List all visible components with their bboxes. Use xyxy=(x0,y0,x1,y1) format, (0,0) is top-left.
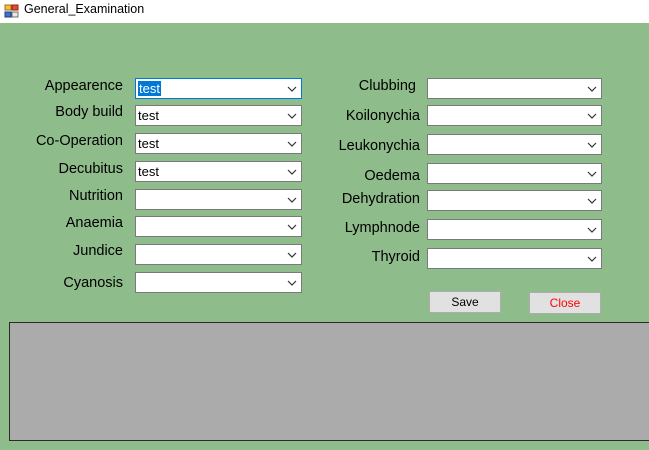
chevron-down-icon xyxy=(287,113,297,119)
chevron-down-icon xyxy=(287,197,297,203)
data-grid[interactable] xyxy=(9,322,649,441)
chevron-down-icon xyxy=(587,256,597,262)
koilonychia-dropdown[interactable] xyxy=(427,105,602,126)
save-button[interactable]: Save xyxy=(429,291,501,313)
chevron-down-icon xyxy=(287,280,297,286)
label-nutrition: Nutrition xyxy=(69,188,123,204)
title-bar: General_Examination xyxy=(0,0,649,23)
chevron-down-icon xyxy=(287,141,297,147)
label-lymphnode: Lymphnode xyxy=(344,220,420,236)
decubitus-dropdown[interactable]: test xyxy=(135,161,302,182)
jundice-dropdown[interactable] xyxy=(135,244,302,265)
nutrition-dropdown[interactable] xyxy=(135,189,302,210)
chevron-down-icon xyxy=(587,227,597,233)
cyanosis-dropdown[interactable] xyxy=(135,272,302,293)
clubbing-dropdown[interactable] xyxy=(427,78,602,99)
label-koilonychia: Koilonychia xyxy=(345,108,420,124)
chevron-down-icon xyxy=(587,142,597,148)
thyroid-dropdown[interactable] xyxy=(427,248,602,269)
label-jundice: Jundice xyxy=(73,243,123,259)
label-dehydration: Dehydration xyxy=(341,191,420,207)
chevron-down-icon xyxy=(587,171,597,177)
label-thyroid: Thyroid xyxy=(371,249,420,265)
chevron-down-icon xyxy=(587,86,597,92)
chevron-down-icon xyxy=(287,86,297,92)
appearence-dropdown[interactable]: test xyxy=(135,78,302,99)
co-operation-value: test xyxy=(138,136,159,151)
label-cyanosis: Cyanosis xyxy=(63,275,123,291)
chevron-down-icon xyxy=(587,113,597,119)
label-co-operation: Co-Operation xyxy=(35,133,123,149)
body-build-dropdown[interactable]: test xyxy=(135,105,302,126)
label-body-build: Body build xyxy=(55,104,123,120)
label-clubbing: Clubbing xyxy=(358,78,416,94)
label-appearence: Appearence xyxy=(44,78,123,94)
body-build-value: test xyxy=(138,108,159,123)
chevron-down-icon xyxy=(287,224,297,230)
lymphnode-dropdown[interactable] xyxy=(427,219,602,240)
chevron-down-icon xyxy=(287,169,297,175)
close-button[interactable]: Close xyxy=(529,292,601,314)
appearence-value: test xyxy=(138,81,161,96)
label-oedema: Oedema xyxy=(364,168,420,184)
decubitus-value: test xyxy=(138,164,159,179)
app-window-icon xyxy=(4,3,20,19)
dehydration-dropdown[interactable] xyxy=(427,190,602,211)
anaemia-dropdown[interactable] xyxy=(135,216,302,237)
chevron-down-icon xyxy=(287,252,297,258)
chevron-down-icon xyxy=(587,198,597,204)
label-leukonychia: Leukonychia xyxy=(338,138,420,154)
window-title: General_Examination xyxy=(24,2,145,16)
co-operation-dropdown[interactable]: test xyxy=(135,133,302,154)
leukonychia-dropdown[interactable] xyxy=(427,134,602,155)
oedema-dropdown[interactable] xyxy=(427,163,602,184)
label-decubitus: Decubitus xyxy=(58,161,123,177)
label-anaemia: Anaemia xyxy=(65,215,123,231)
